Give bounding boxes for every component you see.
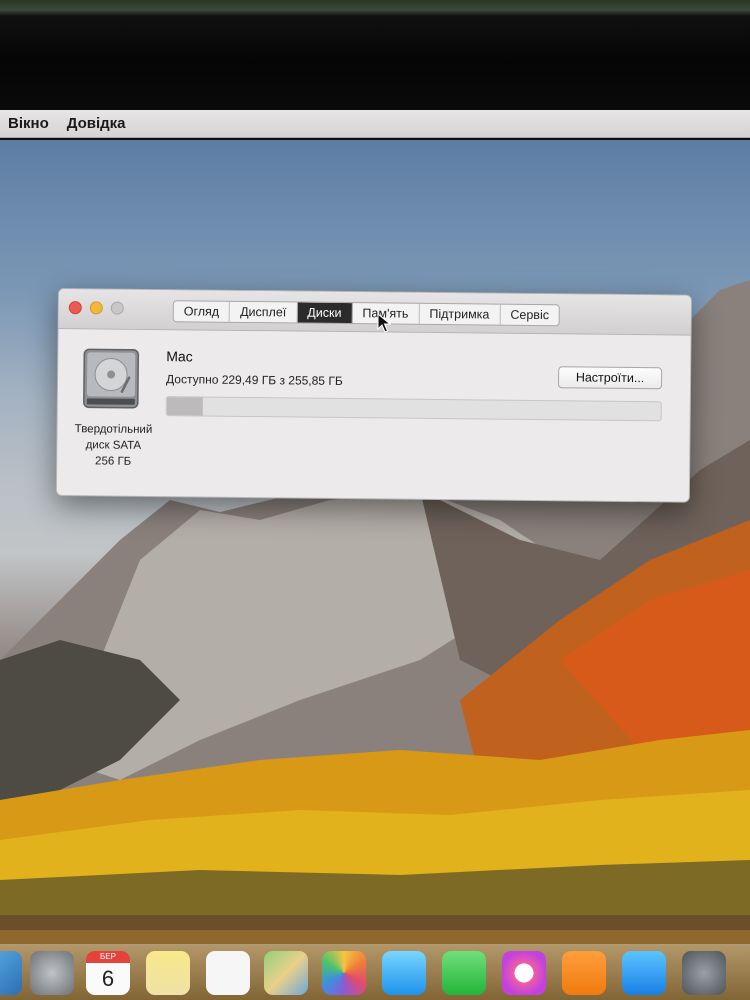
menu-bar: Вікно Довідка xyxy=(0,110,750,138)
about-this-mac-window: Огляд Дисплеї Диски Пам'ять Підтримка Се… xyxy=(55,288,692,503)
tab-service[interactable]: Сервіс xyxy=(500,305,559,327)
disk-caption: Твердотільний диск SATA 256 ГБ xyxy=(63,421,163,470)
disk-interface-label: диск SATA xyxy=(85,439,142,452)
ibooks-icon[interactable] xyxy=(562,951,606,995)
minimize-button[interactable] xyxy=(89,301,103,315)
storage-usage-bar xyxy=(165,396,662,422)
hard-drive-icon xyxy=(83,348,140,409)
facetime-icon[interactable] xyxy=(442,951,486,995)
desktop-wallpaper xyxy=(0,140,750,1000)
photos-icon[interactable] xyxy=(322,951,366,995)
tab-displays[interactable]: Дисплеї xyxy=(230,301,298,325)
tab-bar: Огляд Дисплеї Диски Пам'ять Підтримка Се… xyxy=(172,300,561,327)
disk-size-label: 256 ГБ xyxy=(95,455,132,468)
maps-icon[interactable] xyxy=(264,951,308,995)
close-button[interactable] xyxy=(68,301,82,315)
volume-free-space: Доступно 229,49 ГБ з 255,85 ГБ xyxy=(165,372,343,388)
finder-icon[interactable] xyxy=(0,951,22,995)
tab-storage[interactable]: Диски xyxy=(297,302,353,326)
manage-button[interactable]: Настроїти... xyxy=(557,366,663,390)
menu-help[interactable]: Довідка xyxy=(67,115,126,132)
itunes-icon[interactable] xyxy=(502,951,546,995)
storage-usage-fill xyxy=(166,397,204,416)
notes-icon[interactable] xyxy=(146,951,190,995)
dock: БЕР 6 xyxy=(0,944,750,1000)
messages-icon[interactable] xyxy=(382,951,426,995)
mountain-landscape xyxy=(0,280,750,1000)
volume-name: Mac xyxy=(166,348,193,365)
calendar-month-label: БЕР xyxy=(86,951,130,963)
reminders-icon[interactable] xyxy=(206,951,250,995)
tab-support[interactable]: Підтримка xyxy=(419,303,501,327)
tab-overview[interactable]: Огляд xyxy=(173,301,231,324)
mouse-pointer-icon xyxy=(377,313,391,333)
calendar-icon[interactable]: БЕР 6 xyxy=(86,951,130,995)
menu-window[interactable]: Вікно xyxy=(8,115,49,132)
window-titlebar[interactable]: Огляд Дисплеї Диски Пам'ять Підтримка Се… xyxy=(58,289,691,336)
app-store-icon[interactable] xyxy=(622,951,666,995)
screen-bezel xyxy=(0,0,750,112)
zoom-button[interactable] xyxy=(110,301,124,315)
launchpad-icon[interactable] xyxy=(30,951,74,995)
calendar-day-label: 6 xyxy=(86,963,130,995)
disk-type-label: Твердотільний xyxy=(74,423,153,436)
system-preferences-icon[interactable] xyxy=(682,951,726,995)
storage-pane: Твердотільний диск SATA 256 ГБ Mac Досту… xyxy=(57,329,691,503)
